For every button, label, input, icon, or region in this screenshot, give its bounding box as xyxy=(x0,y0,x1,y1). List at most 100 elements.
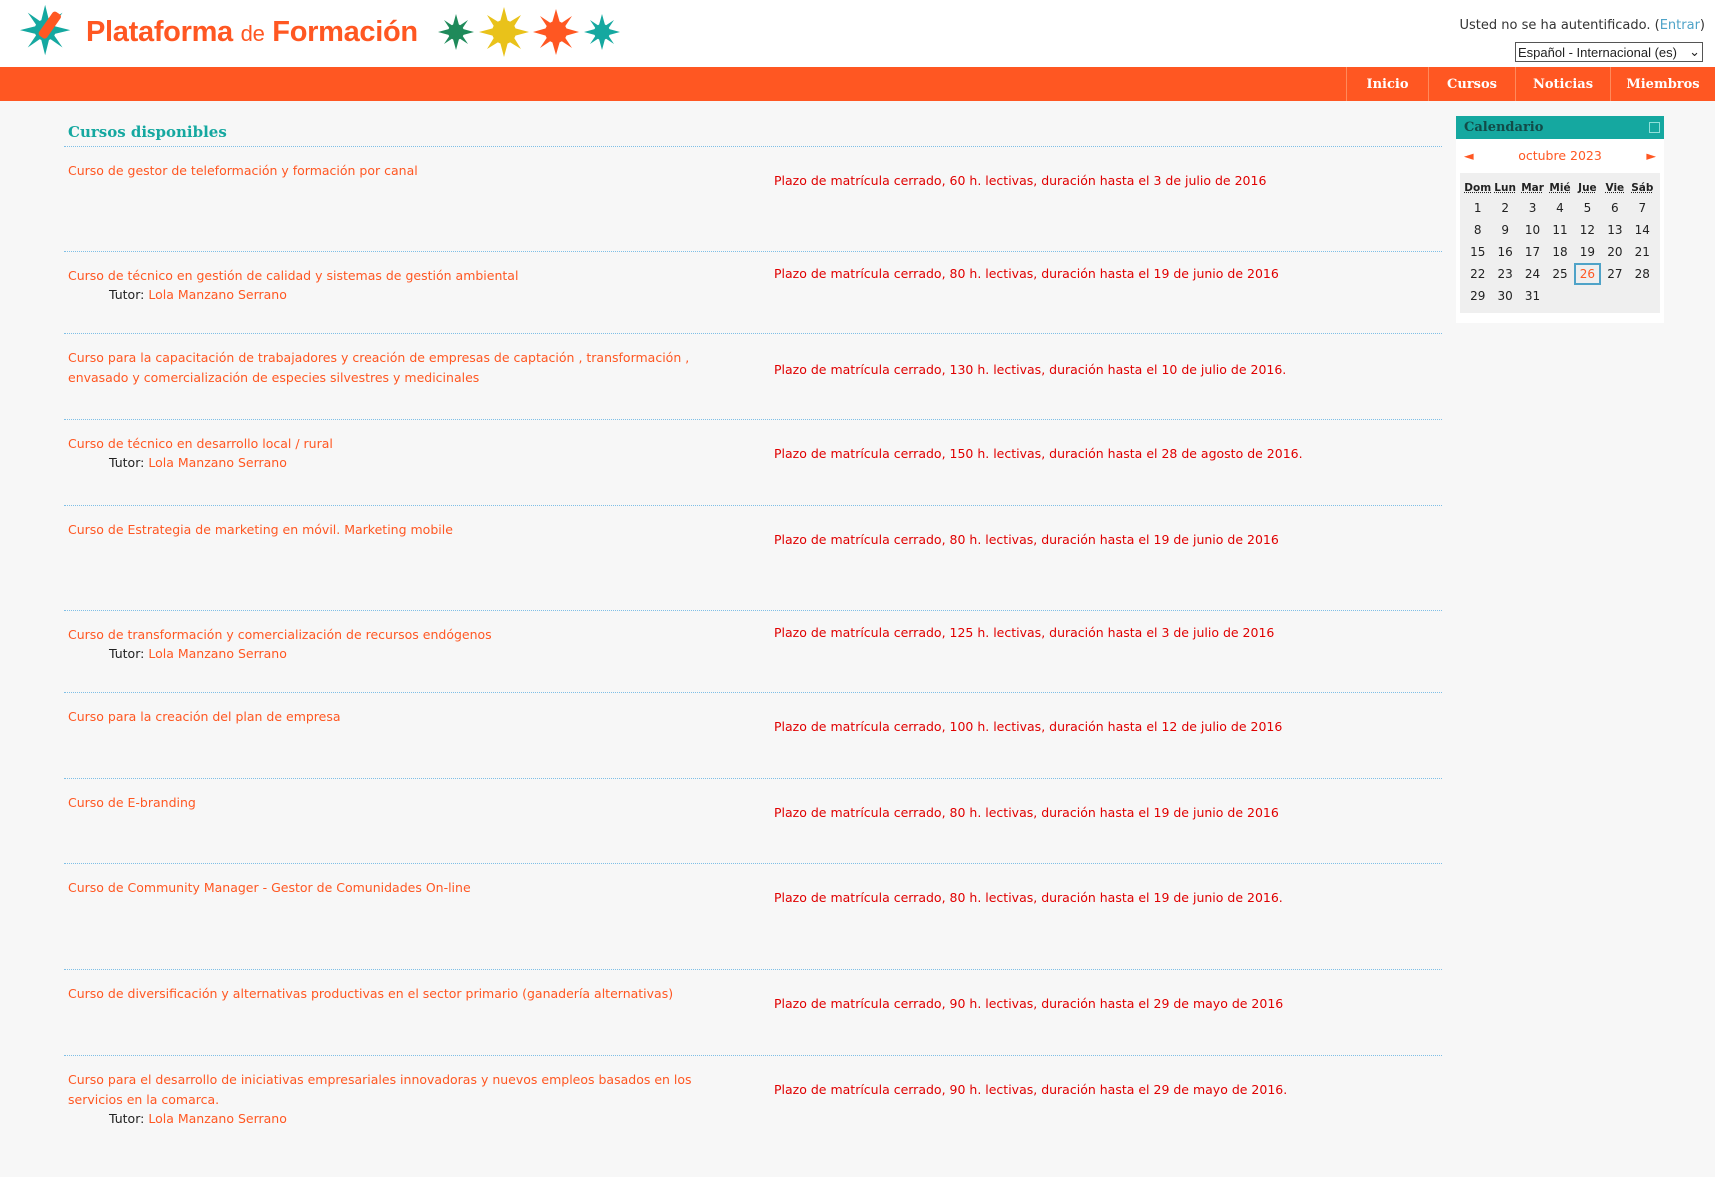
calendar-day xyxy=(1574,285,1601,307)
course-item: Curso de diversificación y alternativas … xyxy=(64,969,1442,1055)
day-name: Vie xyxy=(1605,182,1625,194)
day-name: Mié xyxy=(1549,182,1571,194)
course-link[interactable]: Curso para la creación del plan de empre… xyxy=(68,707,738,727)
course-enrolment-info: Plazo de matrícula cerrado, 60 h. lectiv… xyxy=(774,173,1267,188)
course-item: Curso para la capacitación de trabajador… xyxy=(64,333,1442,419)
calendar-month-label[interactable]: octubre 2023 xyxy=(1518,148,1602,163)
calendar-day: 24 xyxy=(1524,267,1541,281)
calendar-day: 9 xyxy=(1501,223,1509,237)
calendar-day: 8 xyxy=(1473,223,1482,237)
calendar-day: 30 xyxy=(1497,289,1513,303)
next-month-icon[interactable]: ► xyxy=(1646,148,1656,163)
day-name: Mar xyxy=(1521,182,1544,194)
green-sun-icon xyxy=(437,14,474,50)
login-link[interactable]: Entrar xyxy=(1660,18,1700,33)
site-logo[interactable]: Plataforma de Formación xyxy=(20,2,622,62)
calendar-grid: Dom Lun Mar Mié Jue Vie Sáb 1 2 3 4 5 6 … xyxy=(1460,173,1660,313)
calendar-week: 1 2 3 4 5 6 7 xyxy=(1464,197,1656,219)
yellow-sun-icon xyxy=(478,7,529,57)
calendar-day: 29 xyxy=(1470,289,1486,303)
auth-status: Usted no se ha autentificado. (Entrar) xyxy=(1459,18,1706,33)
calendar-body: ◄ octubre 2023 ► Dom Lun Mar Mié Jue Vie… xyxy=(1456,139,1664,323)
course-enrolment-info: Plazo de matrícula cerrado, 90 h. lectiv… xyxy=(774,996,1284,1011)
calendar-day-today: 26 xyxy=(1573,263,1602,285)
language-select[interactable]: Español - Internacional (es) ⌄ xyxy=(1515,42,1703,62)
course-enrolment-info: Plazo de matrícula cerrado, 100 h. lecti… xyxy=(774,719,1283,734)
day-name: Jue xyxy=(1578,182,1597,194)
course-tutor: Tutor: Lola Manzano Serrano xyxy=(109,1111,287,1126)
calendar-day: 18 xyxy=(1552,245,1568,259)
nav-item-cursos[interactable]: Cursos xyxy=(1428,67,1515,101)
course-enrolment-info: Plazo de matrícula cerrado, 90 h. lectiv… xyxy=(774,1082,1288,1097)
course-link[interactable]: Curso de diversificación y alternativas … xyxy=(68,984,738,1004)
calendar-day: 19 xyxy=(1579,245,1596,259)
course-link[interactable]: Curso de transformación y comercializaci… xyxy=(68,625,738,645)
calendar-day: 15 xyxy=(1470,245,1486,259)
course-link[interactable]: Curso de gestor de teleformación y forma… xyxy=(68,161,738,181)
tutor-link[interactable]: Lola Manzano Serrano xyxy=(148,646,287,661)
course-enrolment-info: Plazo de matrícula cerrado, 80 h. lectiv… xyxy=(774,805,1279,820)
calendar-day xyxy=(1546,285,1573,307)
calendar-day: 21 xyxy=(1634,245,1650,259)
course-enrolment-info: Plazo de matrícula cerrado, 125 h. lecti… xyxy=(774,625,1275,640)
tutor-link[interactable]: Lola Manzano Serrano xyxy=(148,455,287,470)
course-link[interactable]: Curso para la capacitación de trabajador… xyxy=(68,348,738,388)
course-tutor: Tutor: Lola Manzano Serrano xyxy=(109,455,287,470)
course-item: Curso para el desarrollo de iniciativas … xyxy=(64,1055,1442,1141)
calendar-day: 27 xyxy=(1607,267,1623,281)
nav-item-miembros[interactable]: Miembros xyxy=(1610,67,1715,101)
calendar-day: 16 xyxy=(1497,245,1513,259)
course-link[interactable]: Curso de Estrategia de marketing en móvi… xyxy=(68,520,738,540)
calendar-daynames: Dom Lun Mar Mié Jue Vie Sáb xyxy=(1464,179,1656,197)
day-name: Sáb xyxy=(1631,182,1654,194)
tutor-link[interactable]: Lola Manzano Serrano xyxy=(148,1111,287,1126)
course-link[interactable]: Curso de técnico en desarrollo local / r… xyxy=(68,434,738,454)
calendar-block: Calendario ◄ octubre 2023 ► Dom Lun Mar … xyxy=(1456,116,1664,323)
collapse-toggle-icon[interactable] xyxy=(1649,122,1660,133)
calendar-day xyxy=(1601,285,1628,307)
calendar-day xyxy=(1629,285,1656,307)
course-item: Curso de E-branding Plazo de matrícula c… xyxy=(64,778,1442,863)
calendar-day: 12 xyxy=(1579,223,1596,237)
calendar-nav: ◄ octubre 2023 ► xyxy=(1460,145,1660,165)
course-link[interactable]: Curso de E-branding xyxy=(68,793,738,813)
calendar-day: 1 xyxy=(1473,201,1482,215)
course-enrolment-info: Plazo de matrícula cerrado, 80 h. lectiv… xyxy=(774,532,1279,547)
calendar-day: 10 xyxy=(1524,223,1541,237)
calendar-day: 20 xyxy=(1607,245,1623,259)
course-enrolment-info: Plazo de matrícula cerrado, 80 h. lectiv… xyxy=(774,266,1279,281)
course-item: Curso de técnico en desarrollo local / r… xyxy=(64,419,1442,505)
day-name: Dom xyxy=(1464,182,1492,194)
course-item: Curso de Estrategia de marketing en móvi… xyxy=(64,505,1442,610)
calendar-day: 17 xyxy=(1524,245,1541,259)
calendar-day: 4 xyxy=(1556,201,1564,215)
tutor-link[interactable]: Lola Manzano Serrano xyxy=(148,287,287,302)
calendar-title: Calendario xyxy=(1464,120,1544,135)
course-tutor: Tutor: Lola Manzano Serrano xyxy=(109,646,287,661)
course-tutor: Tutor: Lola Manzano Serrano xyxy=(109,287,287,302)
calendar-week: 8 9 10 11 12 13 14 xyxy=(1464,219,1656,241)
main-nav: Inicio Cursos Noticias Miembros xyxy=(1346,67,1715,101)
prev-month-icon[interactable]: ◄ xyxy=(1464,148,1474,163)
logo-sun-pencil-icon xyxy=(20,4,71,56)
course-item: Curso para la creación del plan de empre… xyxy=(64,692,1442,778)
calendar-header: Calendario xyxy=(1456,116,1664,139)
nav-item-inicio[interactable]: Inicio xyxy=(1346,67,1428,101)
site-header: Plataforma de Formación Usted no se ha a… xyxy=(0,0,1715,67)
course-link[interactable]: Curso para el desarrollo de iniciativas … xyxy=(68,1070,738,1110)
course-link[interactable]: Curso de Community Manager - Gestor de C… xyxy=(68,878,738,898)
language-select-value: Español - Internacional (es) xyxy=(1518,44,1677,60)
course-list-section: Cursos disponibles Curso de gestor de te… xyxy=(64,115,1442,1141)
teal-sun-icon xyxy=(583,14,620,50)
calendar-day: 14 xyxy=(1634,223,1650,237)
chevron-down-icon: ⌄ xyxy=(1689,44,1700,59)
course-link[interactable]: Curso de técnico en gestión de calidad y… xyxy=(68,266,738,286)
calendar-day: 7 xyxy=(1638,201,1647,215)
calendar-day: 6 xyxy=(1611,201,1619,215)
calendar-day: 11 xyxy=(1552,223,1568,237)
nav-item-noticias[interactable]: Noticias xyxy=(1515,67,1610,101)
logo-text: Plataforma de Formación xyxy=(86,15,418,48)
calendar-day: 31 xyxy=(1524,289,1541,303)
course-enrolment-info: Plazo de matrícula cerrado, 80 h. lectiv… xyxy=(774,890,1283,905)
page-title: Cursos disponibles xyxy=(68,123,227,141)
